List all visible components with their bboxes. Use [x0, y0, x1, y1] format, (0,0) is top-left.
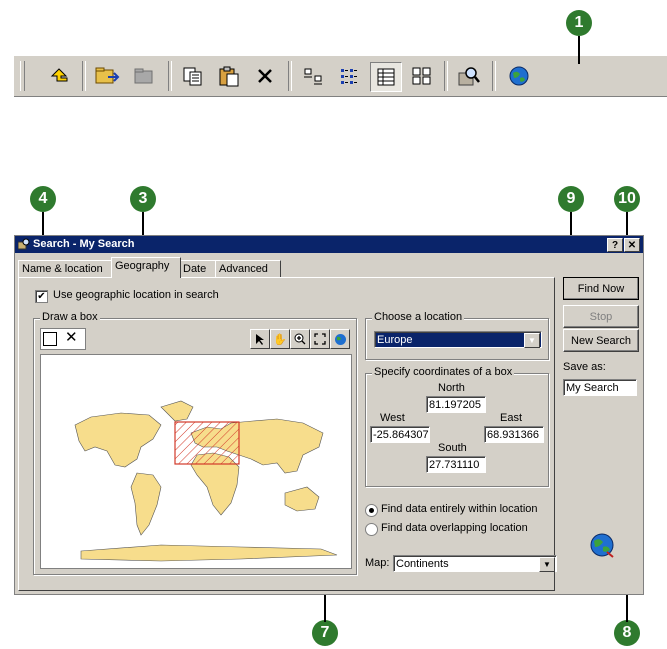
choose-location-group: Choose a location Europe ▼ — [365, 311, 549, 360]
save-as-label: Save as: — [563, 361, 606, 373]
north-label: North — [438, 382, 465, 394]
world-map[interactable] — [40, 354, 352, 569]
up-one-level-icon[interactable] — [44, 62, 74, 90]
dialog-title: Search - My Search — [33, 238, 135, 250]
choose-location-label: Choose a location — [372, 311, 465, 323]
tab-name-location[interactable]: Name & location — [18, 260, 114, 277]
radio-overlap[interactable] — [365, 523, 378, 536]
paste-icon[interactable] — [214, 62, 244, 90]
tab-geography[interactable]: Geography — [111, 257, 181, 278]
coordinates-label: Specify coordinates of a box — [372, 366, 515, 378]
radio-overlap-label: Find data overlapping location — [381, 522, 528, 534]
location-dropdown[interactable]: Europe ▼ — [374, 331, 542, 348]
delete-icon[interactable] — [250, 62, 280, 90]
stop-button[interactable]: Stop — [563, 305, 639, 328]
globe-icon[interactable] — [330, 329, 350, 349]
save-as-field[interactable]: My Search — [563, 379, 637, 396]
radio-within[interactable] — [365, 504, 378, 517]
launch-arcmap-icon[interactable] — [504, 62, 534, 90]
radio-within-label: Find data entirely within location — [381, 503, 538, 515]
list-icon[interactable] — [334, 62, 364, 90]
chevron-down-icon[interactable]: ▼ — [524, 333, 540, 348]
toolbar-separator — [492, 61, 496, 91]
antarctica-shape — [80, 544, 338, 562]
north-field[interactable]: 81.197205 — [426, 396, 486, 413]
search-window-icon — [17, 238, 30, 253]
find-now-button[interactable]: Find Now — [563, 277, 639, 300]
north-america-shape — [74, 412, 162, 468]
callout-9: 9 — [558, 186, 584, 212]
australia-shape — [284, 486, 320, 512]
arccatalog-globe-icon — [589, 532, 615, 561]
draw-box-label: Draw a box — [40, 311, 100, 323]
callout-1-line — [578, 36, 580, 64]
east-label: East — [500, 412, 523, 424]
draw-box-group: Draw a box ✕ ✋ — [33, 311, 357, 575]
selection-box — [174, 421, 240, 465]
toolbar-separator — [288, 61, 292, 91]
help-button[interactable]: ? — [607, 238, 623, 252]
search-icon[interactable] — [454, 62, 484, 90]
toolbar — [14, 55, 667, 97]
copy-icon[interactable] — [178, 62, 208, 90]
toolbar-separator — [444, 61, 448, 91]
map-value: Continents — [396, 558, 449, 570]
west-field[interactable]: -25.864307 — [370, 426, 430, 443]
search-dialog: Search - My Search ? ✕ Name & location G… — [14, 235, 644, 595]
toolbar-separator — [168, 61, 172, 91]
toolbar-grip[interactable] — [20, 61, 25, 91]
callout-7: 7 — [312, 620, 338, 646]
draw-tools: ✕ — [40, 328, 86, 350]
disconnect-folder-icon[interactable] — [130, 62, 160, 90]
map-tools: ✋ — [250, 329, 354, 349]
map-dropdown[interactable]: Continents ▼ — [393, 555, 557, 572]
south-america-shape — [130, 472, 162, 536]
callout-1: 1 — [566, 10, 592, 36]
greenland-shape — [160, 400, 194, 422]
south-field[interactable]: 27.731110 — [426, 456, 486, 473]
location-value: Europe — [377, 334, 413, 346]
select-arrow-icon[interactable] — [250, 329, 270, 349]
callout-4: 4 — [30, 186, 56, 212]
coordinates-group: Specify coordinates of a box North 81.19… — [365, 366, 549, 487]
title-bar[interactable]: Search - My Search ? ✕ — [15, 236, 643, 253]
callout-8: 8 — [614, 620, 640, 646]
geography-panel: ✔ Use geographic location in search Draw… — [18, 277, 557, 591]
large-icons-icon[interactable] — [298, 62, 328, 90]
map-label: Map: — [365, 557, 390, 569]
new-search-button[interactable]: New Search — [563, 329, 639, 352]
use-geo-checkbox[interactable]: ✔ — [35, 290, 48, 303]
callout-3: 3 — [130, 186, 156, 212]
south-label: South — [438, 442, 467, 454]
toolbar-separator — [82, 61, 86, 91]
tab-date[interactable]: Date — [179, 260, 219, 277]
details-icon[interactable] — [370, 62, 402, 92]
east-field[interactable]: 68.931366 — [484, 426, 544, 443]
full-extent-icon[interactable] — [310, 329, 330, 349]
west-label: West — [380, 412, 405, 424]
draw-rectangle-icon[interactable] — [43, 332, 57, 346]
close-button[interactable]: ✕ — [624, 238, 640, 252]
use-geo-label: Use geographic location in search — [53, 289, 219, 301]
callout-10: 10 — [614, 186, 640, 212]
tab-advanced[interactable]: Advanced — [215, 260, 281, 277]
zoom-in-icon[interactable] — [290, 329, 310, 349]
pan-hand-icon[interactable]: ✋ — [270, 329, 290, 349]
chevron-down-icon[interactable]: ▼ — [539, 557, 555, 572]
clear-box-icon[interactable]: ✕ — [65, 330, 78, 346]
connect-folder-icon[interactable] — [92, 62, 122, 90]
thumbnails-icon[interactable] — [406, 62, 436, 90]
